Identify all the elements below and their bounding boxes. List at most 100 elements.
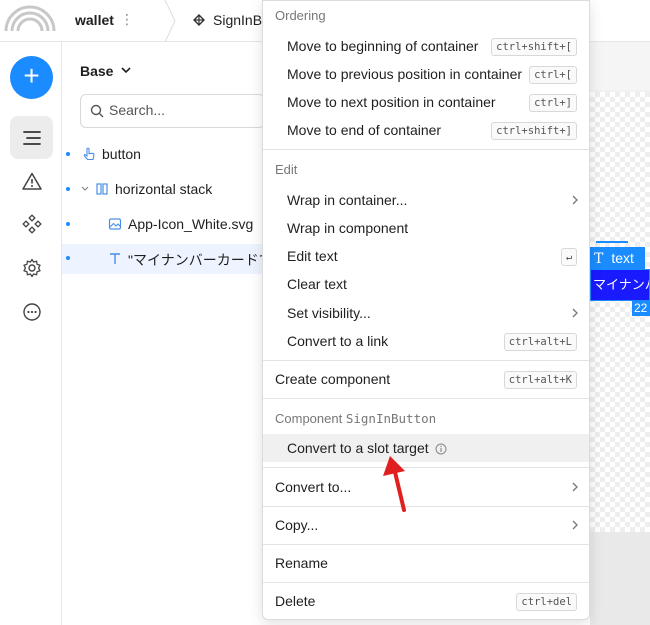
left-rail: + <box>0 42 62 625</box>
menu-item-copy[interactable]: Copy... <box>263 511 589 539</box>
selected-text-element[interactable]: マイナンバー <box>590 269 650 301</box>
chevron-down-icon[interactable] <box>120 64 132 76</box>
text-icon <box>110 253 120 264</box>
layers-panel: Base button horizontal stack <box>62 42 265 625</box>
shortcut-badge: ctrl+shift+[ <box>491 38 577 56</box>
canvas-toolbar <box>590 42 650 90</box>
chevron-right-icon <box>572 195 578 205</box>
components-icon <box>21 213 42 234</box>
component-icon <box>193 14 205 26</box>
menu-item-label: Move to end of container <box>287 122 442 138</box>
menu-item-label: Move to beginning of container <box>287 38 479 54</box>
menu-item-convert-to-slot-target[interactable]: Convert to a slot target <box>263 434 589 462</box>
menu-item-set-visibility[interactable]: Set visibility... <box>263 299 589 327</box>
breadcrumb-separator <box>164 0 176 42</box>
shortcut-badge: ctrl+] <box>529 94 577 112</box>
info-icon[interactable] <box>435 443 447 455</box>
layer-label: App-Icon_White.svg <box>128 216 254 232</box>
menu-item-label: Edit text <box>287 248 338 264</box>
menu-item-label: Move to previous position in container <box>287 66 523 82</box>
menu-item-label: Wrap in container... <box>287 192 408 208</box>
search-icon <box>90 104 104 118</box>
menu-item-delete[interactable]: Delete ctrl+del <box>263 587 589 615</box>
shortcut-badge: ctrl+del <box>516 593 577 611</box>
menu-item-label: Wrap in component <box>287 220 409 236</box>
component-header-name: SignInButton <box>345 411 437 426</box>
text-icon: T <box>594 251 604 267</box>
menu-divider <box>263 544 589 545</box>
pointer-icon <box>83 147 95 161</box>
base-dropdown[interactable]: Base <box>80 63 113 79</box>
menu-item-label: Rename <box>275 555 328 571</box>
warnings-button[interactable] <box>10 159 53 202</box>
menu-item-move-to-next[interactable]: Move to next position in container ctrl+… <box>263 88 589 116</box>
layer-label: button <box>102 146 141 162</box>
shortcut-badge: ctrl+alt+K <box>503 371 577 389</box>
menu-item-move-to-end[interactable]: Move to end of container ctrl+shift+] <box>263 116 589 144</box>
menu-divider <box>263 398 589 399</box>
more-button[interactable] <box>10 290 53 333</box>
project-name[interactable]: wallet <box>75 12 114 28</box>
chevron-down-icon[interactable] <box>80 182 90 196</box>
shortcut-badge: ctrl+shift+] <box>491 122 577 140</box>
add-button[interactable]: + <box>10 56 53 99</box>
layers-icon <box>22 130 41 145</box>
layer-row-app-icon[interactable]: App-Icon_White.svg <box>62 210 262 240</box>
tab-component[interactable]: SignInB <box>213 12 262 28</box>
annotation-arrow-icon <box>383 456 406 512</box>
menu-divider <box>263 467 589 468</box>
layer-dot <box>66 222 70 226</box>
warning-icon <box>21 172 42 190</box>
menu-item-label: Delete <box>275 593 316 609</box>
menu-item-wrap-in-container[interactable]: Wrap in container... <box>263 186 589 214</box>
menu-item-label: Clear text <box>287 276 347 292</box>
menu-item-move-to-beginning[interactable]: Move to beginning of container ctrl+shif… <box>263 32 589 60</box>
layer-dot <box>66 256 70 260</box>
menu-item-convert-to[interactable]: Convert to... <box>263 473 589 501</box>
menu-item-label: Set visibility... <box>287 305 371 321</box>
layer-label: "マイナンバーカードで <box>128 252 262 268</box>
image-icon <box>108 218 122 230</box>
hstack-icon <box>96 183 108 195</box>
gear-icon <box>22 258 41 277</box>
layer-dot <box>66 152 70 156</box>
layer-row-horizontal-stack[interactable]: horizontal stack <box>62 175 262 205</box>
layers-button[interactable] <box>10 116 53 159</box>
menu-item-create-component[interactable]: Create component ctrl+alt+K <box>263 365 589 393</box>
dimension-badge: 22 <box>632 300 650 316</box>
search-input[interactable] <box>109 102 259 118</box>
ordering-section-header: Ordering <box>275 8 326 23</box>
menu-item-wrap-in-component[interactable]: Wrap in component <box>263 214 589 242</box>
context-menu: Ordering Move to beginning of container … <box>262 0 590 620</box>
layer-dot <box>66 187 70 191</box>
shortcut-badge: ↵ <box>561 248 577 266</box>
menu-item-label: Move to next position in container <box>287 94 496 110</box>
project-menu-icon[interactable]: ⋮ <box>120 11 134 28</box>
layer-label: horizontal stack <box>115 181 213 197</box>
chevron-right-icon <box>572 520 578 530</box>
menu-item-convert-to-link[interactable]: Convert to a link ctrl+alt+L <box>263 327 589 355</box>
menu-divider <box>263 582 589 583</box>
shortcut-badge: ctrl+[ <box>529 66 577 84</box>
layer-row-button[interactable]: button <box>62 140 262 170</box>
selection-tag[interactable]: Ttext <box>590 247 645 269</box>
chevron-right-icon <box>572 308 578 318</box>
component-header-prefix: Component <box>275 411 343 426</box>
menu-item-clear-text[interactable]: Clear text <box>263 270 589 298</box>
menu-item-edit-text[interactable]: Edit text ↵ <box>263 242 589 270</box>
menu-item-label: Create component <box>275 371 391 387</box>
components-button[interactable] <box>10 202 53 245</box>
menu-divider <box>263 149 589 150</box>
settings-button[interactable] <box>10 246 53 289</box>
layer-row-text[interactable]: "マイナンバーカードで <box>62 244 262 274</box>
chevron-right-icon <box>572 482 578 492</box>
shortcut-badge: ctrl+alt+L <box>503 333 577 351</box>
menu-item-move-to-previous[interactable]: Move to previous position in container c… <box>263 60 589 88</box>
menu-divider <box>263 360 589 361</box>
menu-divider <box>263 506 589 507</box>
edit-section-header: Edit <box>275 162 298 177</box>
search-box[interactable] <box>80 94 265 128</box>
component-section-header: Component SignInButton <box>275 411 436 426</box>
menu-item-rename[interactable]: Rename <box>263 549 589 577</box>
logo-icon[interactable] <box>2 3 58 33</box>
